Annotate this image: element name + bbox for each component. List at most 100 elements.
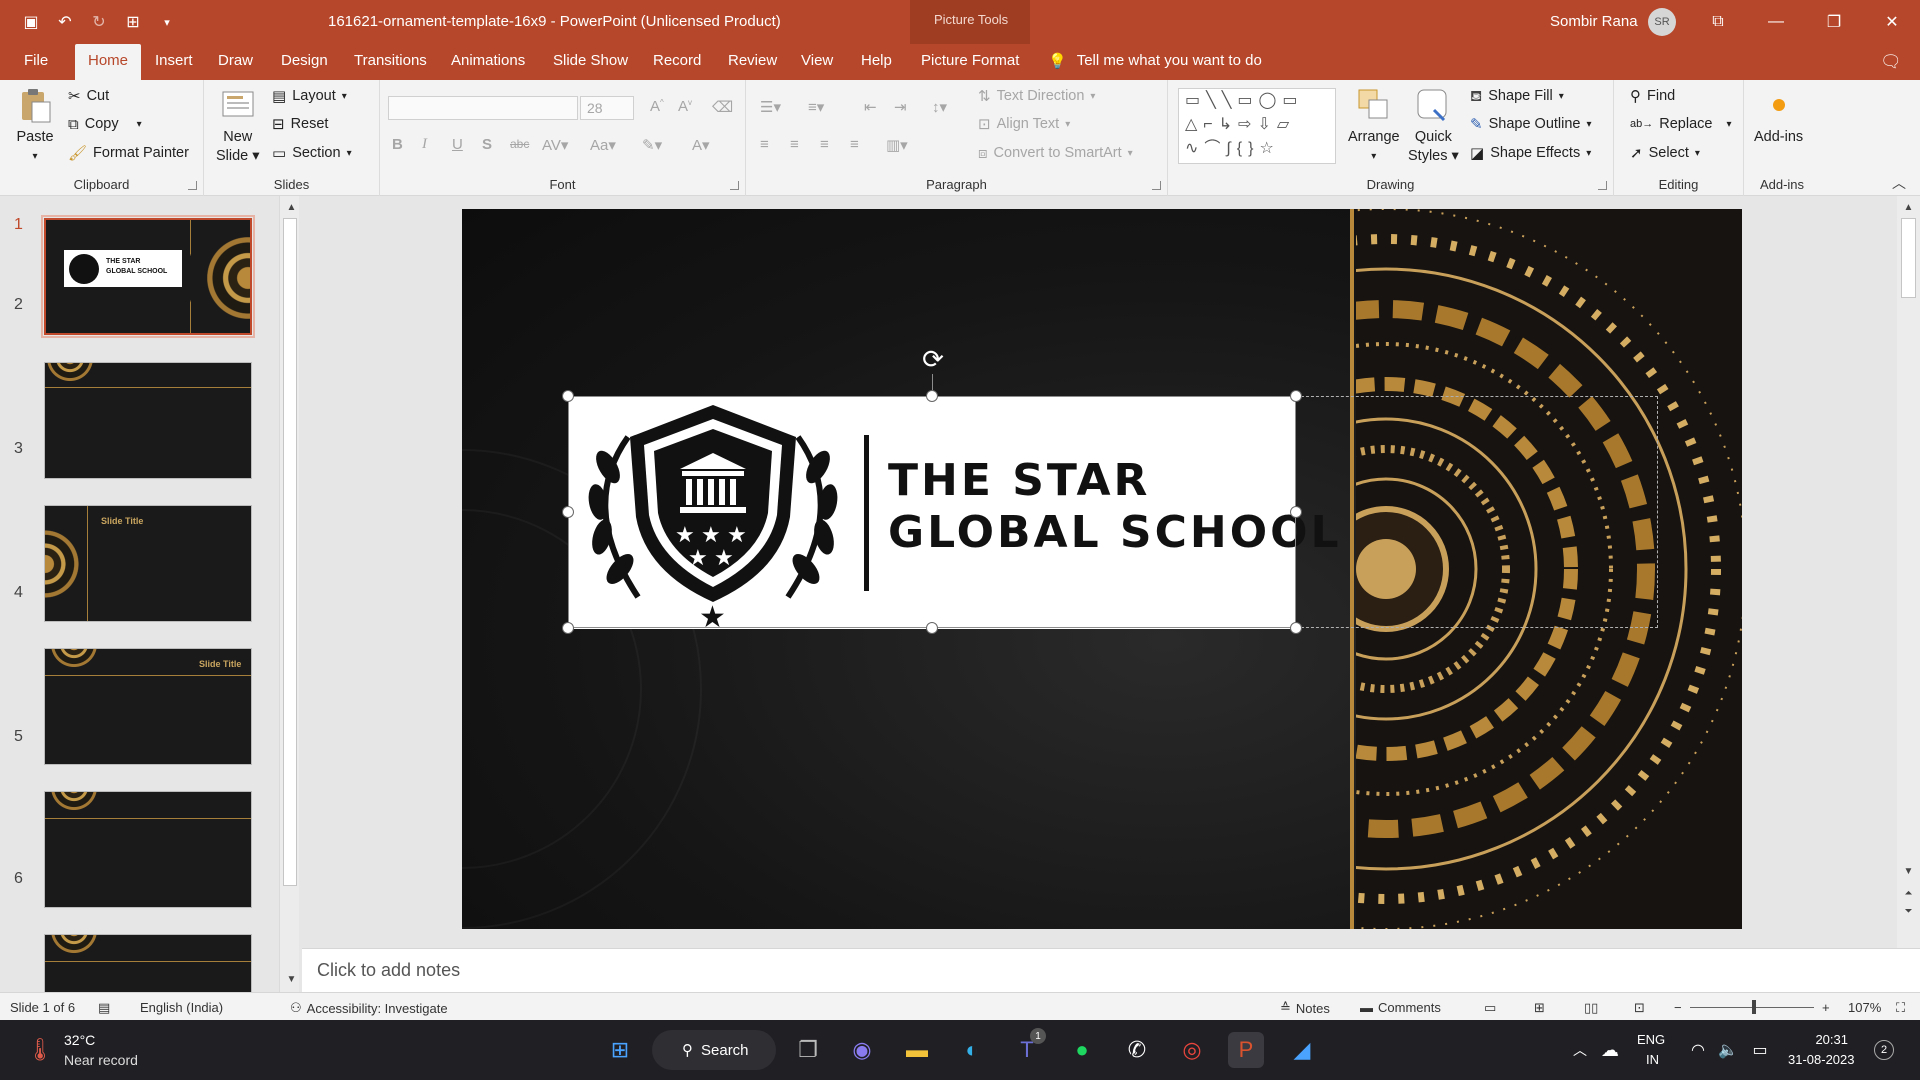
- arrange-button[interactable]: Arrange ▾: [1348, 86, 1400, 166]
- character-spacing-icon[interactable]: AV▾: [542, 136, 568, 154]
- paste-button[interactable]: Paste ▾: [16, 86, 54, 166]
- strikethrough-icon[interactable]: abc: [510, 137, 529, 151]
- text-shadow-icon[interactable]: S: [482, 136, 492, 153]
- highlight-icon[interactable]: ✎▾: [642, 136, 662, 154]
- cut-button[interactable]: ✂ Cut: [68, 88, 109, 104]
- bullets-icon[interactable]: ☰▾: [760, 98, 781, 116]
- zoom-level[interactable]: 107%: [1848, 1000, 1881, 1015]
- numbering-icon[interactable]: ≡▾: [808, 98, 824, 116]
- format-painter-button[interactable]: 🖌 Format Painter: [68, 145, 189, 161]
- layout-button[interactable]: ▤ Layout ▾: [272, 88, 347, 104]
- slide-thumbnail-3[interactable]: Slide Title: [44, 505, 252, 622]
- weather-icon[interactable]: 🌡: [22, 1032, 58, 1068]
- clock-date[interactable]: 31-08-2023: [1788, 1052, 1855, 1067]
- normal-view-icon[interactable]: ▭: [1484, 1000, 1496, 1016]
- find-button[interactable]: ⚲ Find: [1630, 88, 1675, 104]
- font-size-combo[interactable]: 28: [580, 96, 634, 120]
- notification-center-badge[interactable]: 2: [1874, 1040, 1894, 1060]
- tab-insert[interactable]: Insert: [155, 52, 193, 69]
- notes-placeholder[interactable]: Click to add notes: [317, 960, 460, 981]
- zoom-out-icon[interactable]: −: [1674, 1000, 1682, 1015]
- notes-pane[interactable]: Click to add notes: [302, 948, 1920, 992]
- scroll-thumb[interactable]: [283, 218, 297, 886]
- resize-handle-w[interactable]: [562, 506, 574, 518]
- scroll-up-icon[interactable]: ▲: [284, 200, 299, 215]
- shapes-gallery[interactable]: ▭╲╲▭◯▭ △⌐↳⇨⇩▱ ∿⌒∫{}☆: [1178, 88, 1336, 164]
- collapse-ribbon-icon[interactable]: ︿: [1892, 173, 1906, 193]
- convert-smartart-button[interactable]: ⧈ Convert to SmartArt ▾: [978, 145, 1133, 161]
- save-icon[interactable]: ▣: [14, 10, 48, 34]
- text-direction-button[interactable]: ⇅ Text Direction ▾: [978, 88, 1095, 104]
- shape-effects-button[interactable]: ◪ Shape Effects ▾: [1470, 145, 1591, 161]
- shape-outline-button[interactable]: ✎ Shape Outline ▾: [1470, 116, 1592, 132]
- resize-handle-ne[interactable]: [1290, 390, 1302, 402]
- new-slide-button[interactable]: New Slide ▾: [216, 86, 260, 166]
- ribbon-display-options-icon[interactable]: ⧉: [1698, 8, 1738, 36]
- customize-qat-icon[interactable]: ▾: [150, 10, 184, 34]
- italic-icon[interactable]: I: [422, 136, 427, 153]
- addins-button[interactable]: Add-ins: [1754, 86, 1803, 147]
- restore-icon[interactable]: ❐: [1814, 8, 1854, 36]
- decrease-font-icon[interactable]: Av: [678, 98, 692, 115]
- slide-thumbnail-6[interactable]: [44, 934, 252, 992]
- change-case-icon[interactable]: Aa▾: [590, 136, 616, 154]
- bold-icon[interactable]: B: [392, 136, 403, 153]
- tab-draw[interactable]: Draw: [218, 52, 253, 69]
- start-icon[interactable]: ⊞: [602, 1032, 638, 1068]
- tab-help[interactable]: Help: [861, 52, 892, 69]
- line-spacing-icon[interactable]: ↕▾: [932, 98, 947, 116]
- previous-slide-icon[interactable]: ⏶: [1901, 886, 1916, 901]
- undo-icon[interactable]: ↶: [48, 10, 82, 34]
- replace-button[interactable]: ab→ Replace ▾: [1630, 116, 1731, 132]
- scroll-down-icon[interactable]: ▼: [1901, 864, 1916, 879]
- weather-temperature[interactable]: 32°C: [64, 1032, 95, 1048]
- edge-icon[interactable]: ◐: [954, 1032, 990, 1068]
- task-view-icon[interactable]: ❐: [790, 1032, 826, 1068]
- redo-icon[interactable]: ↻: [82, 10, 116, 34]
- increase-indent-icon[interactable]: ⇥: [894, 98, 907, 116]
- slide-sorter-icon[interactable]: ⊞: [1534, 1000, 1545, 1016]
- file-explorer-icon[interactable]: ▬: [899, 1032, 935, 1068]
- tab-slide-show[interactable]: Slide Show: [553, 52, 628, 69]
- shape-fill-button[interactable]: ⛾ Shape Fill ▾: [1470, 88, 1564, 104]
- scroll-up-icon[interactable]: ▲: [1901, 200, 1916, 215]
- dialog-launcher-icon[interactable]: [188, 181, 197, 190]
- scroll-down-icon[interactable]: ▼: [284, 972, 299, 987]
- align-text-button[interactable]: ⊡ Align Text ▾: [978, 116, 1070, 132]
- comments-toggle-button[interactable]: ▬ Comments: [1360, 1000, 1441, 1015]
- battery-icon[interactable]: ▭: [1742, 1032, 1778, 1068]
- section-button[interactable]: ▭ Section ▾: [272, 145, 352, 161]
- accessibility-button[interactable]: ⚇ Accessibility: Investigate: [290, 1000, 448, 1016]
- input-language[interactable]: ENG: [1637, 1032, 1665, 1047]
- quick-styles-button[interactable]: Quick Styles ▾: [1408, 86, 1459, 166]
- chrome-icon[interactable]: ◎: [1174, 1032, 1210, 1068]
- tab-file[interactable]: File: [24, 52, 48, 69]
- align-right-icon[interactable]: ≡: [820, 136, 829, 153]
- align-center-icon[interactable]: ≡: [790, 136, 799, 153]
- tab-animations[interactable]: Animations: [451, 52, 525, 69]
- tab-design[interactable]: Design: [281, 52, 328, 69]
- slide-thumbnail-4[interactable]: Slide Title: [44, 648, 252, 765]
- font-name-combo[interactable]: [388, 96, 578, 120]
- spelling-icon[interactable]: ▤: [98, 1000, 110, 1016]
- tab-review[interactable]: Review: [728, 52, 777, 69]
- tell-me-search[interactable]: 💡 Tell me what you want to do: [1048, 52, 1262, 70]
- justify-icon[interactable]: ≡: [850, 136, 859, 153]
- fit-to-window-icon[interactable]: ⛶: [1896, 1000, 1905, 1016]
- tab-record[interactable]: Record: [653, 52, 701, 69]
- next-slide-icon[interactable]: ⏷: [1901, 904, 1916, 919]
- account-name[interactable]: Sombir Rana: [1550, 13, 1638, 30]
- resize-handle-e[interactable]: [1290, 506, 1302, 518]
- onedrive-icon[interactable]: ☁: [1592, 1032, 1628, 1068]
- present-from-beginning-icon[interactable]: ⊞: [116, 10, 150, 34]
- columns-icon[interactable]: ▥▾: [886, 136, 908, 154]
- resize-handle-n[interactable]: [926, 390, 938, 402]
- thumbnails-scrollbar[interactable]: ▲ ▼: [279, 196, 299, 992]
- minimize-icon[interactable]: —: [1756, 8, 1796, 36]
- close-icon[interactable]: ✕: [1872, 8, 1912, 36]
- resize-handle-s[interactable]: [926, 622, 938, 634]
- slide-thumbnail-2[interactable]: [44, 362, 252, 479]
- taskbar-search[interactable]: ⚲ Search: [652, 1030, 776, 1070]
- font-color-icon[interactable]: A▾: [692, 136, 710, 154]
- avatar[interactable]: SR: [1648, 8, 1676, 36]
